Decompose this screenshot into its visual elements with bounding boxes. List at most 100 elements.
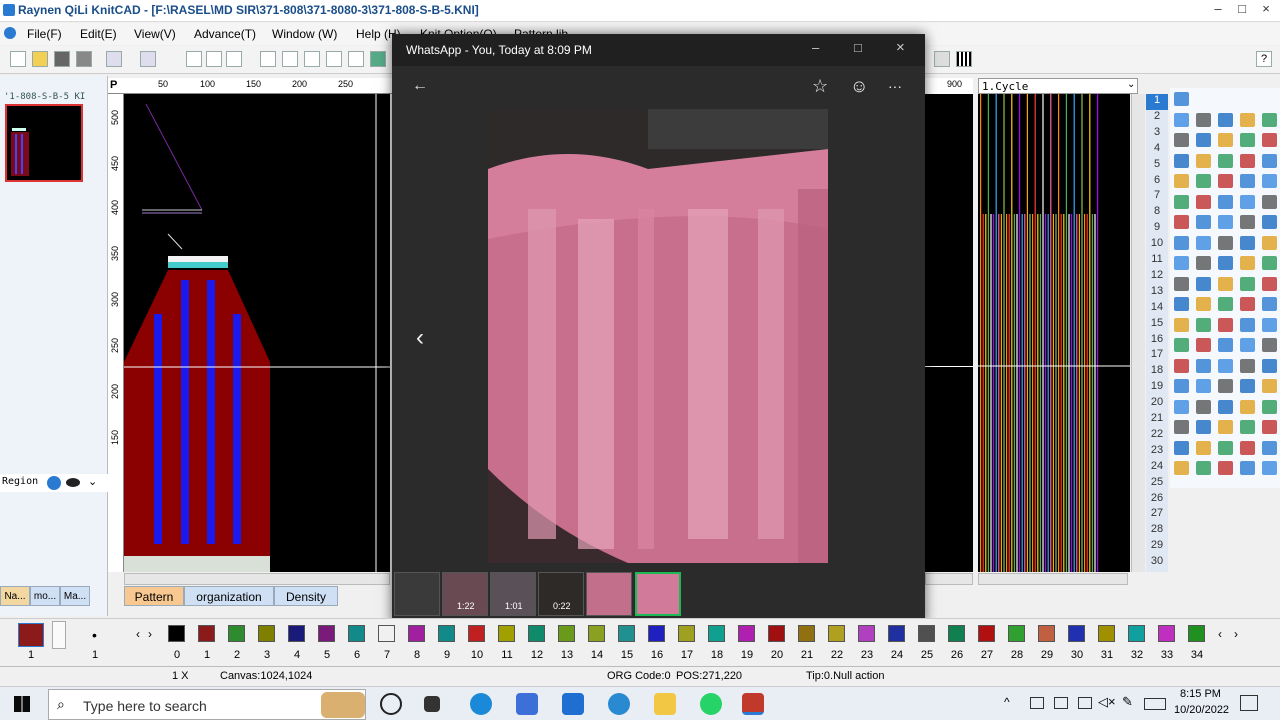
tool-icon[interactable] — [1196, 133, 1211, 147]
color-swatch[interactable] — [168, 625, 185, 642]
info-icon[interactable] — [282, 51, 298, 67]
favorite-star-icon[interactable]: ☆ — [812, 76, 828, 97]
tool-icon[interactable] — [1262, 215, 1277, 229]
tool-icon[interactable] — [1262, 317, 1277, 332]
tool-icon[interactable] — [1218, 194, 1233, 209]
notification-icon[interactable] — [1240, 695, 1258, 711]
color-swatch[interactable] — [318, 625, 335, 642]
tool-icon[interactable] — [1174, 338, 1189, 352]
tool-icon[interactable] — [1240, 235, 1255, 250]
tool-icon[interactable] — [1262, 276, 1277, 291]
row-number[interactable]: 9 — [1146, 221, 1168, 237]
tool-icon[interactable] — [1218, 461, 1233, 475]
color-swatch[interactable] — [768, 625, 785, 642]
clock-time[interactable]: 8:15 PM — [1180, 688, 1221, 700]
tool-icon[interactable] — [1262, 461, 1277, 475]
canvas-scrollbar[interactable] — [124, 573, 390, 585]
tool-icon[interactable] — [1240, 399, 1255, 414]
tool-icon[interactable] — [1174, 276, 1189, 291]
tray-chevron-up-icon[interactable]: ^ — [1004, 695, 1010, 709]
tool-icon[interactable] — [1218, 338, 1233, 352]
copy-icon[interactable] — [206, 51, 222, 67]
new-file-icon[interactable] — [10, 51, 26, 67]
color-swatch[interactable] — [1158, 625, 1175, 642]
tool-icon[interactable] — [1240, 256, 1255, 270]
row-number[interactable]: 23 — [1146, 444, 1168, 460]
row-number[interactable]: 17 — [1146, 348, 1168, 364]
color-swatch[interactable] — [1068, 625, 1085, 642]
colorbar-prev-icon[interactable]: ‹ — [1218, 627, 1222, 641]
tool-icon[interactable] — [1262, 153, 1277, 168]
tool-icon[interactable] — [1174, 153, 1189, 168]
row-number[interactable]: 1 — [1146, 94, 1168, 110]
tool-icon[interactable] — [1240, 215, 1255, 229]
tool-icon[interactable] — [1174, 215, 1189, 229]
row-number[interactable]: 16 — [1146, 333, 1168, 349]
help-icon[interactable]: ? — [1256, 51, 1272, 67]
tool-icon[interactable] — [1262, 338, 1277, 352]
row-number[interactable]: 27 — [1146, 507, 1168, 523]
row-number[interactable]: 29 — [1146, 539, 1168, 555]
redo-icon[interactable] — [140, 51, 156, 67]
tool-icon[interactable] — [1196, 338, 1211, 352]
row-number[interactable]: 30 — [1146, 555, 1168, 571]
color-swatch[interactable] — [648, 625, 665, 642]
color-swatch[interactable] — [738, 625, 755, 642]
cycle-scrollbar[interactable] — [1131, 94, 1145, 572]
row-number[interactable]: 6 — [1146, 174, 1168, 190]
tool-icon[interactable] — [1174, 92, 1189, 106]
eye-icon[interactable] — [66, 478, 80, 487]
row-number[interactable]: 18 — [1146, 364, 1168, 380]
menu-file[interactable]: File(F) — [27, 27, 62, 41]
tool-icon[interactable] — [1196, 461, 1211, 475]
color-swatch[interactable] — [288, 625, 305, 642]
tool-icon[interactable] — [1240, 174, 1255, 188]
menu-edit[interactable]: Edit(E) — [80, 27, 117, 41]
tool-icon[interactable] — [1196, 215, 1211, 229]
tool-icon[interactable] — [1262, 297, 1277, 311]
color-swatch[interactable] — [198, 625, 215, 642]
emoji-icon[interactable]: ☺ — [850, 76, 868, 97]
row-number[interactable]: 2 — [1146, 110, 1168, 126]
color-swatch[interactable] — [708, 625, 725, 642]
tool-icon[interactable] — [1262, 235, 1277, 250]
cortana-icon[interactable] — [380, 693, 402, 715]
close-button[interactable]: × — [1254, 0, 1278, 20]
tool-icon[interactable] — [1240, 379, 1255, 393]
row-number[interactable]: 10 — [1146, 237, 1168, 253]
color-swatch[interactable] — [228, 625, 245, 642]
row-number[interactable]: 24 — [1146, 460, 1168, 476]
tool-icon[interactable] — [1218, 440, 1233, 455]
tool-icon[interactable] — [1240, 317, 1255, 332]
tool-icon[interactable] — [1262, 112, 1277, 127]
tool-icon[interactable] — [1262, 174, 1277, 188]
pen-icon[interactable]: ✎ — [1122, 694, 1133, 710]
refresh-icon[interactable] — [47, 476, 61, 490]
color-swatch[interactable] — [918, 625, 935, 642]
tool-icon[interactable] — [1196, 153, 1211, 168]
tool-icon[interactable] — [1196, 297, 1211, 311]
viewer-close-button[interactable]: × — [896, 39, 905, 56]
tool-icon[interactable] — [1218, 297, 1233, 311]
filmstrip-thumb-5[interactable] — [586, 572, 632, 616]
paste-icon[interactable] — [226, 51, 242, 67]
tool-icon[interactable] — [1240, 420, 1255, 434]
dropdown-arrow-icon[interactable]: ⌄ — [1127, 79, 1135, 90]
row-number[interactable]: 25 — [1146, 476, 1168, 492]
target-icon[interactable] — [326, 51, 342, 67]
tool-icon[interactable] — [1262, 399, 1277, 414]
tool-icon[interactable] — [1218, 358, 1233, 373]
tool-icon[interactable] — [1218, 399, 1233, 414]
row-number[interactable]: 26 — [1146, 492, 1168, 508]
row-number[interactable]: 13 — [1146, 285, 1168, 301]
current-color-swatch[interactable] — [18, 623, 44, 647]
row-number[interactable]: 5 — [1146, 158, 1168, 174]
color-swatch[interactable] — [618, 625, 635, 642]
row-number[interactable]: 19 — [1146, 380, 1168, 396]
image-icon[interactable] — [370, 51, 386, 67]
keyboard-icon[interactable] — [1144, 698, 1166, 710]
tool-icon[interactable] — [1196, 358, 1211, 373]
tool-icon[interactable] — [1240, 276, 1255, 291]
tool-icon[interactable] — [1218, 276, 1233, 291]
filmstrip-thumb-1[interactable] — [394, 572, 440, 616]
